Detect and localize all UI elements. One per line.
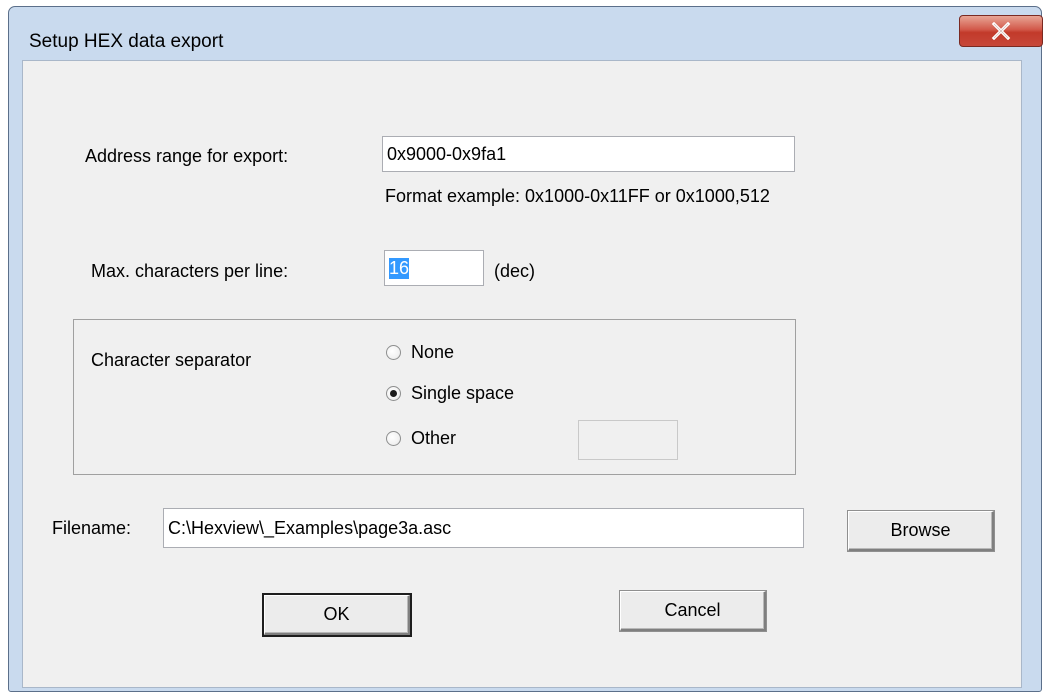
radio-none-label: None (411, 342, 455, 362)
max-chars-unit: (dec) (494, 261, 536, 281)
close-button[interactable] (959, 15, 1043, 47)
radio-other[interactable]: Other (386, 428, 456, 449)
character-separator-label: Character separator (91, 350, 252, 370)
browse-button[interactable]: Browse (848, 511, 994, 551)
dialog-title: Setup HEX data export (29, 31, 224, 52)
max-chars-input[interactable] (384, 250, 484, 286)
radio-selected-dot (390, 390, 397, 397)
radio-other-label: Other (411, 428, 457, 448)
filename-label: Filename: (52, 518, 132, 538)
cancel-button[interactable]: Cancel (620, 591, 766, 631)
address-range-input[interactable] (382, 136, 795, 172)
radio-button[interactable] (386, 345, 401, 360)
max-chars-label: Max. characters per line: (91, 261, 289, 281)
radio-none[interactable]: None (386, 342, 454, 363)
address-range-label: Address range for export: (85, 146, 289, 166)
filename-input[interactable] (163, 508, 804, 548)
close-icon (991, 22, 1011, 40)
radio-single-space-label: Single space (411, 383, 515, 403)
other-separator-input[interactable] (578, 420, 678, 460)
radio-button[interactable] (386, 386, 401, 401)
address-format-hint: Format example: 0x1000-0x11FF or 0x1000,… (385, 186, 770, 206)
radio-button[interactable] (386, 431, 401, 446)
radio-single-space[interactable]: Single space (386, 383, 514, 404)
ok-button[interactable]: OK (264, 595, 410, 635)
